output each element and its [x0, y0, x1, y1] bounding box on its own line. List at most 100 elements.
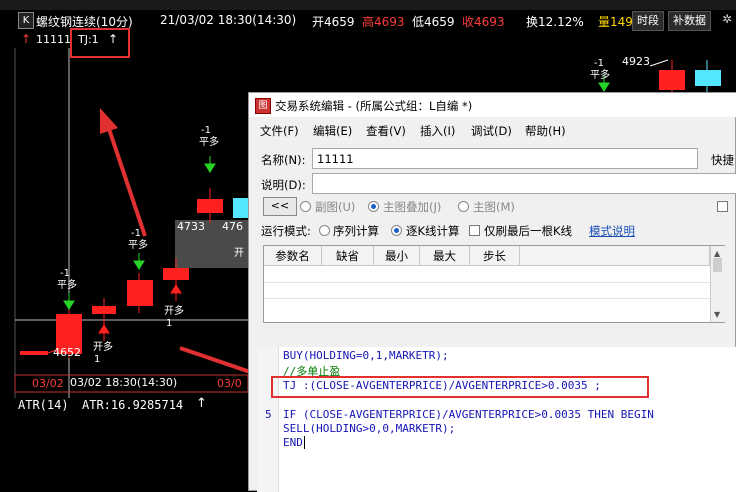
text-cursor — [304, 436, 305, 449]
pointer-arrow-upper-icon — [100, 108, 147, 237]
menu-edit[interactable]: 编辑(E) — [313, 123, 352, 139]
menu-insert[interactable]: 插入(I) — [420, 123, 455, 139]
line-number-5: 5 — [265, 408, 272, 421]
sell-label: 平多 — [128, 240, 148, 251]
param-col-min: 最小 — [374, 246, 420, 266]
indicator-up-arrow-icon: ↑ — [21, 32, 32, 46]
sell-signal-arrow-3-icon — [204, 156, 216, 173]
tj-code-highlight-box — [271, 376, 649, 398]
name-input-value: 11111 — [317, 152, 354, 166]
sell-label: 平多 — [57, 280, 77, 291]
buy-count-label: 1 — [166, 318, 173, 329]
back-button[interactable]: << — [263, 197, 297, 216]
param-vertical-scrollbar[interactable]: ▲ ▼ — [710, 246, 725, 322]
draw-main-chart-radio[interactable] — [458, 201, 469, 212]
last-bar-only-label: 仅刷最后一根K线 — [484, 224, 573, 238]
partial-label: 开 — [234, 248, 244, 259]
sell-signal-arrow-2-icon — [133, 253, 145, 270]
sell-label: 平多 — [590, 70, 610, 81]
buy-label: 开多 — [164, 306, 184, 317]
scroll-down-icon[interactable]: ▼ — [714, 310, 720, 319]
low-price: 低4659 — [412, 15, 455, 29]
sell-count-label: -1 — [60, 268, 70, 279]
code-line-1: BUY(HOLDING=0,1,MARKETR); — [283, 349, 449, 362]
bar-datetime: 21/03/02 18:30(14:30) — [160, 13, 297, 27]
buy-signal-arrow-2-icon — [170, 284, 182, 301]
shortcut-label: 快捷 — [711, 153, 734, 167]
candle-right-1 — [659, 60, 685, 96]
indicator-name: 11111 — [36, 33, 71, 46]
atr-up-arrow-icon: ↑ — [196, 396, 207, 411]
axis-date-right: 03/0 — [217, 377, 242, 390]
buy-signal-arrow-1-icon — [98, 324, 110, 341]
sell-count-label: -1 — [594, 58, 604, 69]
buy-label: 开多 — [93, 342, 113, 353]
buy-count-label: 1 — [94, 354, 101, 365]
price-label-476: 476 — [222, 220, 243, 233]
draw-sub-chart-radio[interactable] — [300, 201, 311, 212]
run-mode-series-radio[interactable] — [319, 225, 330, 236]
right-option-checkbox[interactable] — [717, 201, 728, 212]
scroll-thumb[interactable] — [713, 258, 722, 272]
description-label: 说明(D): — [261, 178, 306, 192]
sell-label: 平多 — [199, 137, 219, 148]
candle-6 — [233, 198, 248, 218]
draw-main-overlay-label: 主图叠加(J) — [383, 200, 442, 214]
run-mode-label: 运行模式: — [261, 224, 311, 238]
code-line-6: SELL(HOLDING>0,0,MARKETR); — [283, 422, 456, 435]
menu-help[interactable]: 帮助(H) — [525, 123, 566, 139]
mode-help-link[interactable]: 模式说明 — [589, 223, 635, 239]
low-marker — [20, 351, 48, 355]
price-4923-pointer — [649, 59, 669, 67]
settings-gear-icon[interactable]: ✲ — [722, 12, 732, 26]
sell-count-label: -1 — [131, 228, 141, 239]
axis-date-left: 03/02 — [32, 377, 64, 390]
draw-main-chart-label: 主图(M) — [473, 200, 515, 214]
param-row-line — [264, 298, 710, 299]
axis-crosshair-datetime: 03/02 18:30(14:30) — [70, 376, 178, 389]
name-input[interactable]: 11111 — [312, 148, 698, 169]
atr-value: ATR:16.9285714 — [82, 398, 184, 412]
name-label: 名称(N): — [261, 153, 306, 167]
dialog-title: 交易系统编辑 - (所属公式组：L自编 *) — [275, 99, 473, 113]
app-icon: 图 — [255, 98, 271, 114]
param-col-max: 最大 — [420, 246, 470, 266]
sell-signal-arrow-1-icon — [63, 293, 75, 310]
menu-file[interactable]: 文件(F) — [260, 123, 299, 139]
volume: 量149 — [598, 15, 633, 29]
candle-right-2 — [695, 60, 721, 96]
menu-debug[interactable]: 调试(D) — [471, 123, 512, 139]
atr-label: ATR(14) — [18, 398, 69, 412]
param-col-filler — [520, 246, 710, 266]
last-bar-only-checkbox[interactable] — [469, 225, 480, 236]
run-mode-series-label: 序列计算 — [333, 224, 379, 238]
top-tab-strip — [0, 0, 736, 10]
open-price: 开4659 — [312, 15, 355, 29]
price-label-4923: 4923 — [622, 55, 650, 68]
code-line-5: IF (CLOSE-AVGENTERPRICE)/AVGENTERPRICE>0… — [283, 408, 654, 421]
high-price: 高4693 — [362, 15, 405, 29]
dialog-title-bar[interactable]: 图 交易系统编辑 - (所属公式组：L自编 *) — [249, 93, 736, 117]
fill-data-button[interactable]: 补数据 — [668, 11, 711, 31]
param-row-line — [264, 282, 710, 283]
time-segment-button[interactable]: 时段 — [632, 11, 664, 31]
price-label-4733: 4733 — [177, 220, 205, 233]
turnover-rate: 换12.12% — [526, 15, 584, 29]
menu-bar: 文件(F) 编辑(E) 查看(V) 插入(I) 调试(D) 帮助(H) — [249, 121, 736, 141]
run-mode-per-bar-radio[interactable] — [391, 225, 402, 236]
code-editor[interactable]: 5 BUY(HOLDING=0,1,MARKETR); //多单止盈 TJ :(… — [257, 347, 736, 492]
k-badge[interactable]: K — [18, 12, 34, 29]
sell-count-label: -1 — [201, 125, 211, 136]
candle-2 — [92, 298, 116, 328]
param-col-step: 步长 — [470, 246, 520, 266]
param-col-default: 缺省 — [322, 246, 374, 266]
price-label-4652: 4652 — [53, 346, 81, 359]
code-line-7: END — [283, 436, 303, 449]
draw-main-overlay-radio[interactable] — [368, 201, 379, 212]
menu-view[interactable]: 查看(V) — [366, 123, 406, 139]
run-mode-per-bar-label: 逐K线计算 — [406, 224, 460, 238]
scroll-up-icon[interactable]: ▲ — [714, 249, 720, 258]
trading-system-editor-dialog: 图 交易系统编辑 - (所属公式组：L自编 *) 文件(F) 编辑(E) 查看(… — [248, 92, 736, 492]
description-input[interactable] — [312, 173, 736, 194]
line-number-gutter: 5 — [257, 347, 279, 492]
